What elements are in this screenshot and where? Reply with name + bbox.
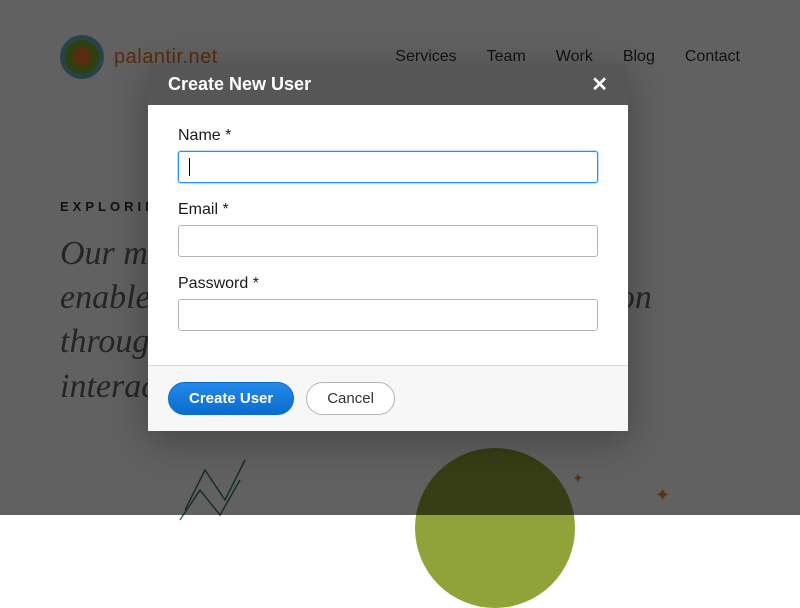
close-icon[interactable]: ✕	[591, 75, 608, 95]
name-label: Name *	[178, 127, 598, 145]
create-user-modal: Create New User ✕ Name * Email * Passwor…	[148, 64, 628, 431]
name-field[interactable]	[178, 151, 598, 183]
password-field[interactable]	[178, 299, 598, 331]
email-label: Email *	[178, 201, 598, 219]
text-cursor	[189, 158, 190, 176]
modal-title: Create New User	[168, 74, 311, 95]
cancel-button[interactable]: Cancel	[306, 382, 395, 415]
modal-body: Name * Email * Password *	[148, 105, 628, 365]
password-label: Password *	[178, 275, 598, 293]
modal-header: Create New User ✕	[148, 64, 628, 105]
email-field[interactable]	[178, 225, 598, 257]
create-user-button[interactable]: Create User	[168, 382, 294, 415]
modal-footer: Create User Cancel	[148, 365, 628, 431]
